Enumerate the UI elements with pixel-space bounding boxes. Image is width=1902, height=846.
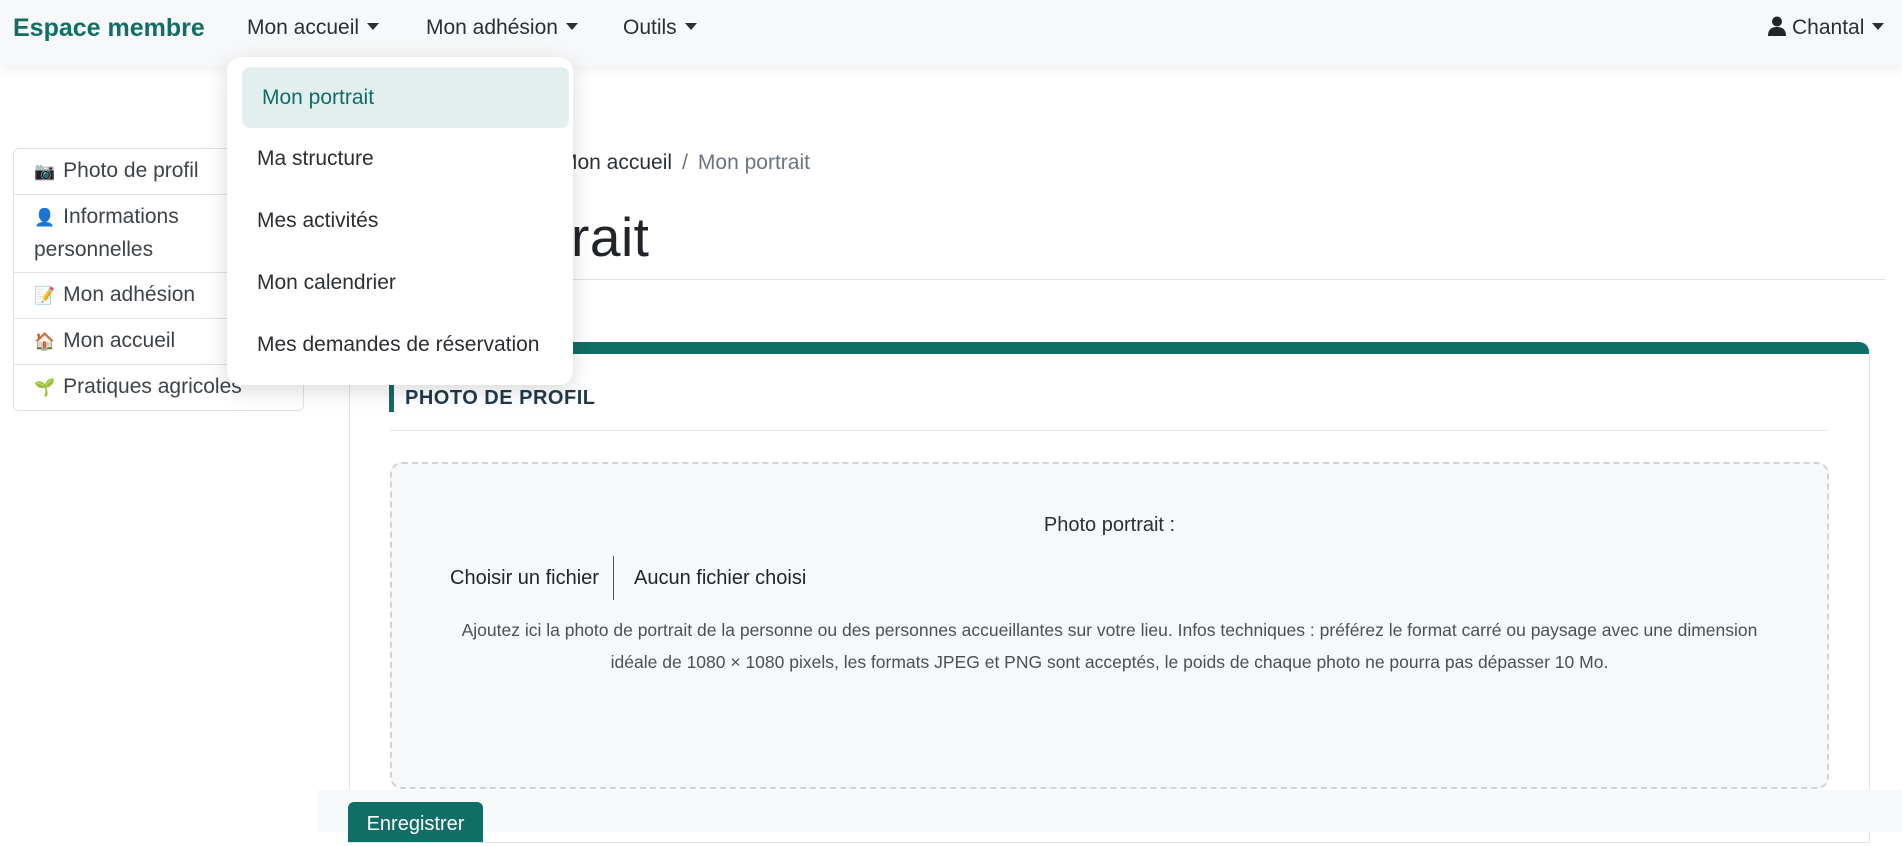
sidebar-item-label: Informations personnelles [34,205,179,261]
card-accent-bar [350,342,1869,354]
section-divider [390,430,1827,431]
breadcrumb-current: Mon portrait [697,151,810,174]
caret-down-icon [684,22,697,30]
file-status: Aucun fichier choisi [634,567,807,589]
seedling-icon: 🌱 [34,378,56,397]
dropdown-item-mes-activites[interactable]: Mes activités [257,209,378,233]
choose-file-button[interactable]: Choisir un fichier [450,556,614,600]
nav-mon-adhesion[interactable]: Mon adhésion [426,16,578,40]
title-divider [350,279,1885,280]
nav-label: Outils [623,16,677,39]
dropdown-item-mon-calendrier[interactable]: Mon calendrier [257,271,396,295]
profile-photo-card: PHOTO DE PROFIL Photo portrait : Choisir… [349,342,1870,843]
dropdown-item-ma-structure[interactable]: Ma structure [257,147,374,171]
dropdown-item-mes-demandes[interactable]: Mes demandes de réservation [257,333,540,357]
sidebar-item-label: Pratiques agricoles [63,375,242,398]
nav-label: Mon adhésion [426,16,558,39]
field-label: Photo portrait : [1043,514,1176,536]
nav-label: Mon accueil [247,16,360,39]
photo-dropzone[interactable]: Photo portrait : Choisir un fichier Aucu… [390,462,1829,789]
person-icon: 👤 [34,208,56,227]
sidebar-item-label: Mon accueil [63,329,176,352]
dropdown-item-mon-portrait[interactable]: Mon portrait [242,67,569,128]
breadcrumb-separator: / [682,151,688,174]
nav-outils[interactable]: Outils [623,16,697,40]
sidebar-item-label: Photo de profil [63,159,199,182]
breadcrumb-parent[interactable]: Mon accueil [560,151,672,174]
caret-down-icon [367,22,380,30]
memo-icon: 📝 [34,286,56,305]
save-button[interactable]: Enregistrer [348,802,483,842]
nav-mon-accueil[interactable]: Mon accueil [247,16,380,40]
user-name: Chantal [1792,16,1865,39]
camera-icon: 📷 [34,162,56,181]
user-menu[interactable]: Chantal [1768,16,1885,40]
footer-bar [318,790,1902,832]
caret-down-icon [1872,22,1885,30]
brand-logo[interactable]: Espace membre [13,14,205,43]
section-title: PHOTO DE PROFIL [389,385,595,412]
help-text: Ajoutez ici la photo de portrait de la p… [461,620,1758,672]
breadcrumb: Mon accueil / Mon portrait [560,151,810,175]
sidebar-item-label: Mon adhésion [63,283,196,306]
mon-accueil-dropdown: Mon portrait Ma structure Mes activités … [227,57,573,385]
user-icon [1768,16,1786,37]
house-icon: 🏠 [34,332,56,351]
caret-down-icon [565,22,578,30]
